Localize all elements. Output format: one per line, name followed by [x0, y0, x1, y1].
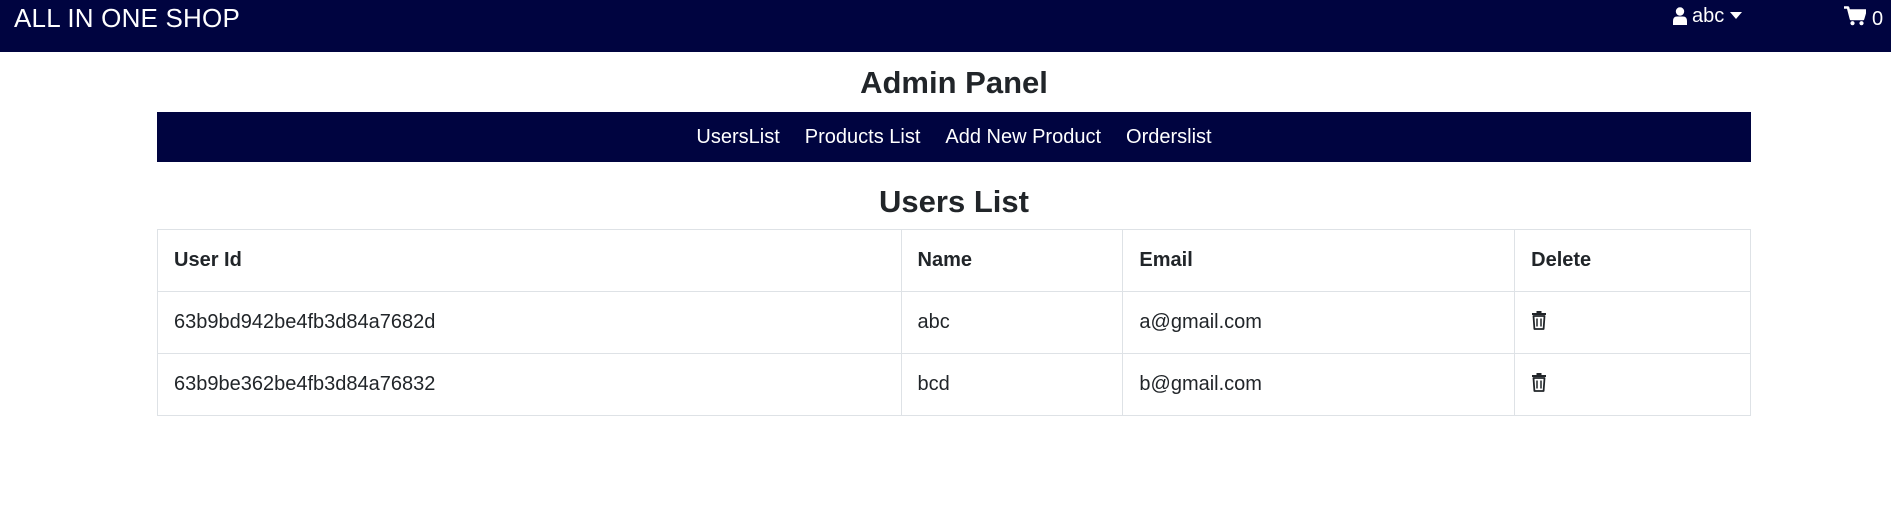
- cell-delete: [1514, 291, 1751, 354]
- brand-logo[interactable]: ALL IN ONE SHOP: [14, 4, 240, 32]
- table-header-row: User Id Name Email Delete: [157, 229, 1751, 292]
- nav-add-new-product[interactable]: Add New Product: [945, 125, 1101, 149]
- cell-user-id: 63b9be362be4fb3d84a76832: [157, 353, 902, 416]
- cell-email: a@gmail.com: [1122, 291, 1516, 354]
- user-name: abc: [1692, 5, 1725, 27]
- cell-name: abc: [900, 291, 1124, 354]
- column-header-email: Email: [1122, 229, 1516, 292]
- trash-icon[interactable]: [1531, 310, 1547, 336]
- admin-nav: UsersList Products List Add New Product …: [157, 112, 1751, 162]
- page-title: Admin Panel: [860, 65, 1048, 100]
- users-table: User Id Name Email Delete 63b9bd942be4fb…: [157, 229, 1751, 416]
- table-row: 63b9be362be4fb3d84a76832 bcd b@gmail.com: [157, 353, 1751, 416]
- user-dropdown[interactable]: abc: [1673, 5, 1743, 27]
- caret-down-icon: [1730, 11, 1743, 19]
- nav-products-list[interactable]: Products List: [805, 125, 921, 149]
- cell-name: bcd: [900, 353, 1124, 416]
- nav-users-list[interactable]: UsersList: [696, 125, 779, 149]
- table-row: 63b9bd942be4fb3d84a7682d abc a@gmail.com: [157, 291, 1751, 354]
- column-header-user-id: User Id: [157, 229, 902, 292]
- cell-email: b@gmail.com: [1122, 353, 1516, 416]
- nav-orders-list[interactable]: Orderslist: [1126, 125, 1212, 149]
- user-icon: [1673, 7, 1687, 25]
- column-header-delete: Delete: [1514, 229, 1751, 292]
- cart-count: 0: [1872, 7, 1884, 30]
- section-title: Users List: [879, 184, 1029, 219]
- cell-delete: [1514, 353, 1751, 416]
- column-header-name: Name: [900, 229, 1124, 292]
- cell-user-id: 63b9bd942be4fb3d84a7682d: [157, 291, 902, 354]
- cart-button[interactable]: 0: [1844, 6, 1883, 31]
- cart-icon: [1844, 6, 1867, 31]
- trash-icon[interactable]: [1531, 372, 1547, 398]
- top-navbar: ALL IN ONE SHOP abc 0: [0, 0, 1891, 52]
